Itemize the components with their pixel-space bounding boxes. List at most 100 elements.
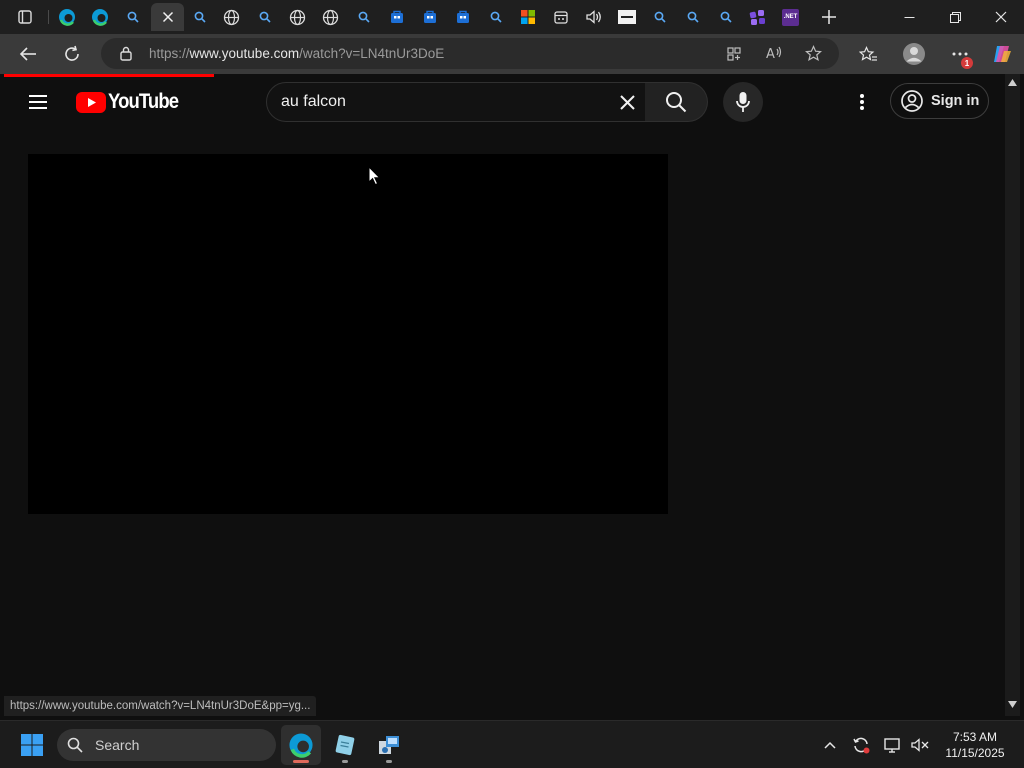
search-box[interactable] <box>266 82 646 122</box>
guide-menu-button[interactable] <box>26 90 50 114</box>
search-input[interactable] <box>281 91 601 113</box>
tab-edge-1[interactable] <box>50 3 83 31</box>
favorite-star-icon[interactable] <box>805 45 822 62</box>
tab-search-2[interactable] <box>183 3 216 31</box>
lock-icon[interactable] <box>119 46 133 61</box>
edge-icon <box>289 733 313 758</box>
youtube-page: YouTube Sign in <box>4 74 1005 716</box>
tab-search-6[interactable] <box>643 3 676 31</box>
store-icon <box>456 10 469 23</box>
copilot-button[interactable] <box>986 39 1018 69</box>
store-icon <box>423 10 436 23</box>
tab-globe-1[interactable] <box>215 3 248 31</box>
taskbar-app-notepad[interactable] <box>325 725 365 765</box>
tab-store-2[interactable] <box>413 3 446 31</box>
edge-icon <box>58 9 75 26</box>
taskbar-clock[interactable]: 7:53 AM 11/15/2025 <box>938 729 1012 761</box>
refresh-icon <box>65 45 79 61</box>
voice-search-button[interactable] <box>723 82 763 122</box>
url-prefix: https:// <box>149 46 190 61</box>
tab-search-8[interactable] <box>709 3 742 31</box>
url-path: /watch?v=LN4tnUr3DoE <box>299 46 445 61</box>
restore-button[interactable] <box>932 0 978 34</box>
bing-search-icon <box>687 11 699 23</box>
plus-icon <box>821 10 836 24</box>
clock-time: 7:53 AM <box>952 730 998 744</box>
tab-microsoft[interactable] <box>511 3 544 31</box>
screen: .NET https://www.youtube.com/watch?v=LN4… <box>0 0 1024 768</box>
tab-store-1[interactable] <box>380 3 413 31</box>
back-arrow-icon <box>19 47 36 61</box>
search-button[interactable] <box>645 82 708 122</box>
tab-globe-2[interactable] <box>281 3 314 31</box>
close-window-button[interactable] <box>978 0 1024 34</box>
clear-search-icon[interactable] <box>620 95 635 110</box>
taskbar-search[interactable]: Search <box>57 729 276 761</box>
bing-search-icon <box>259 11 271 23</box>
copilot-icon <box>994 46 1011 62</box>
calendar-icon <box>553 11 568 24</box>
tab-search-4[interactable] <box>347 3 380 31</box>
sign-in-label: Sign in <box>931 93 980 109</box>
tab-audio[interactable] <box>577 3 610 31</box>
tab-actions-button[interactable] <box>8 3 41 31</box>
new-tab-button[interactable] <box>812 3 845 31</box>
minimize-icon <box>904 16 914 18</box>
url-text[interactable]: https://www.youtube.com/watch?v=LN4tnUr3… <box>149 46 444 61</box>
youtube-logo-text: YouTube <box>108 90 179 113</box>
bing-search-icon <box>194 11 206 23</box>
volume-muted-icon <box>911 738 929 752</box>
back-button[interactable] <box>12 39 44 69</box>
favorites-icon <box>858 45 877 61</box>
close-icon[interactable] <box>162 11 174 23</box>
minimize-button[interactable] <box>886 0 932 34</box>
tray-sync[interactable] <box>849 733 873 757</box>
microphone-icon <box>736 92 750 112</box>
address-bar[interactable]: https://www.youtube.com/watch?v=LN4tnUr3… <box>101 38 839 69</box>
bing-search-icon <box>127 11 139 23</box>
bing-search-icon <box>654 11 666 23</box>
settings-more-button[interactable]: 1 <box>944 39 976 69</box>
notification-badge: 1 <box>961 57 973 69</box>
mouse-cursor-icon <box>368 166 381 186</box>
tray-display[interactable] <box>881 733 905 757</box>
settings-menu-button[interactable] <box>850 90 874 114</box>
tab-search-3[interactable] <box>248 3 281 31</box>
tab-site[interactable] <box>610 3 643 31</box>
windows-taskbar: Search 7:53 AM 11/15/2025 <box>0 720 1024 768</box>
taskbar-app-edge[interactable] <box>281 725 321 765</box>
tab-edge-2[interactable] <box>83 3 116 31</box>
scroll-down-arrow-icon[interactable] <box>1008 701 1017 708</box>
read-aloud-icon[interactable]: A <box>765 45 783 62</box>
tab-apps[interactable] <box>741 3 774 31</box>
hamburger-menu-icon <box>29 95 47 109</box>
app-available-icon[interactable] <box>726 46 742 62</box>
taskbar-app-installer[interactable] <box>369 725 409 765</box>
tab-search-1[interactable] <box>116 3 149 31</box>
tab-calendar[interactable] <box>544 3 577 31</box>
browser-toolbar: https://www.youtube.com/watch?v=LN4tnUr3… <box>0 34 1024 74</box>
refresh-button[interactable] <box>56 39 88 69</box>
tab-search-5[interactable] <box>479 3 512 31</box>
scroll-up-arrow-icon[interactable] <box>1008 79 1017 86</box>
profile-button[interactable] <box>898 39 930 69</box>
tab-dotnet[interactable]: .NET <box>774 3 807 31</box>
notepad-icon <box>335 734 355 756</box>
running-indicator <box>386 760 392 763</box>
restore-icon <box>949 11 961 23</box>
tab-search-7[interactable] <box>676 3 709 31</box>
tab-globe-3[interactable] <box>314 3 347 31</box>
youtube-logo[interactable]: YouTube <box>76 90 188 114</box>
favorites-button[interactable] <box>852 39 884 69</box>
video-player[interactable] <box>28 154 668 514</box>
tab-store-3[interactable] <box>446 3 479 31</box>
store-icon <box>390 10 403 23</box>
tab-active[interactable] <box>151 3 184 31</box>
site-icon <box>617 10 636 24</box>
sign-in-button[interactable]: Sign in <box>890 83 989 119</box>
running-indicator <box>342 760 348 763</box>
tray-volume[interactable] <box>908 733 932 757</box>
show-hidden-icons-button[interactable] <box>818 733 842 757</box>
page-scrollbar[interactable] <box>1005 74 1020 716</box>
start-button[interactable] <box>12 725 52 765</box>
